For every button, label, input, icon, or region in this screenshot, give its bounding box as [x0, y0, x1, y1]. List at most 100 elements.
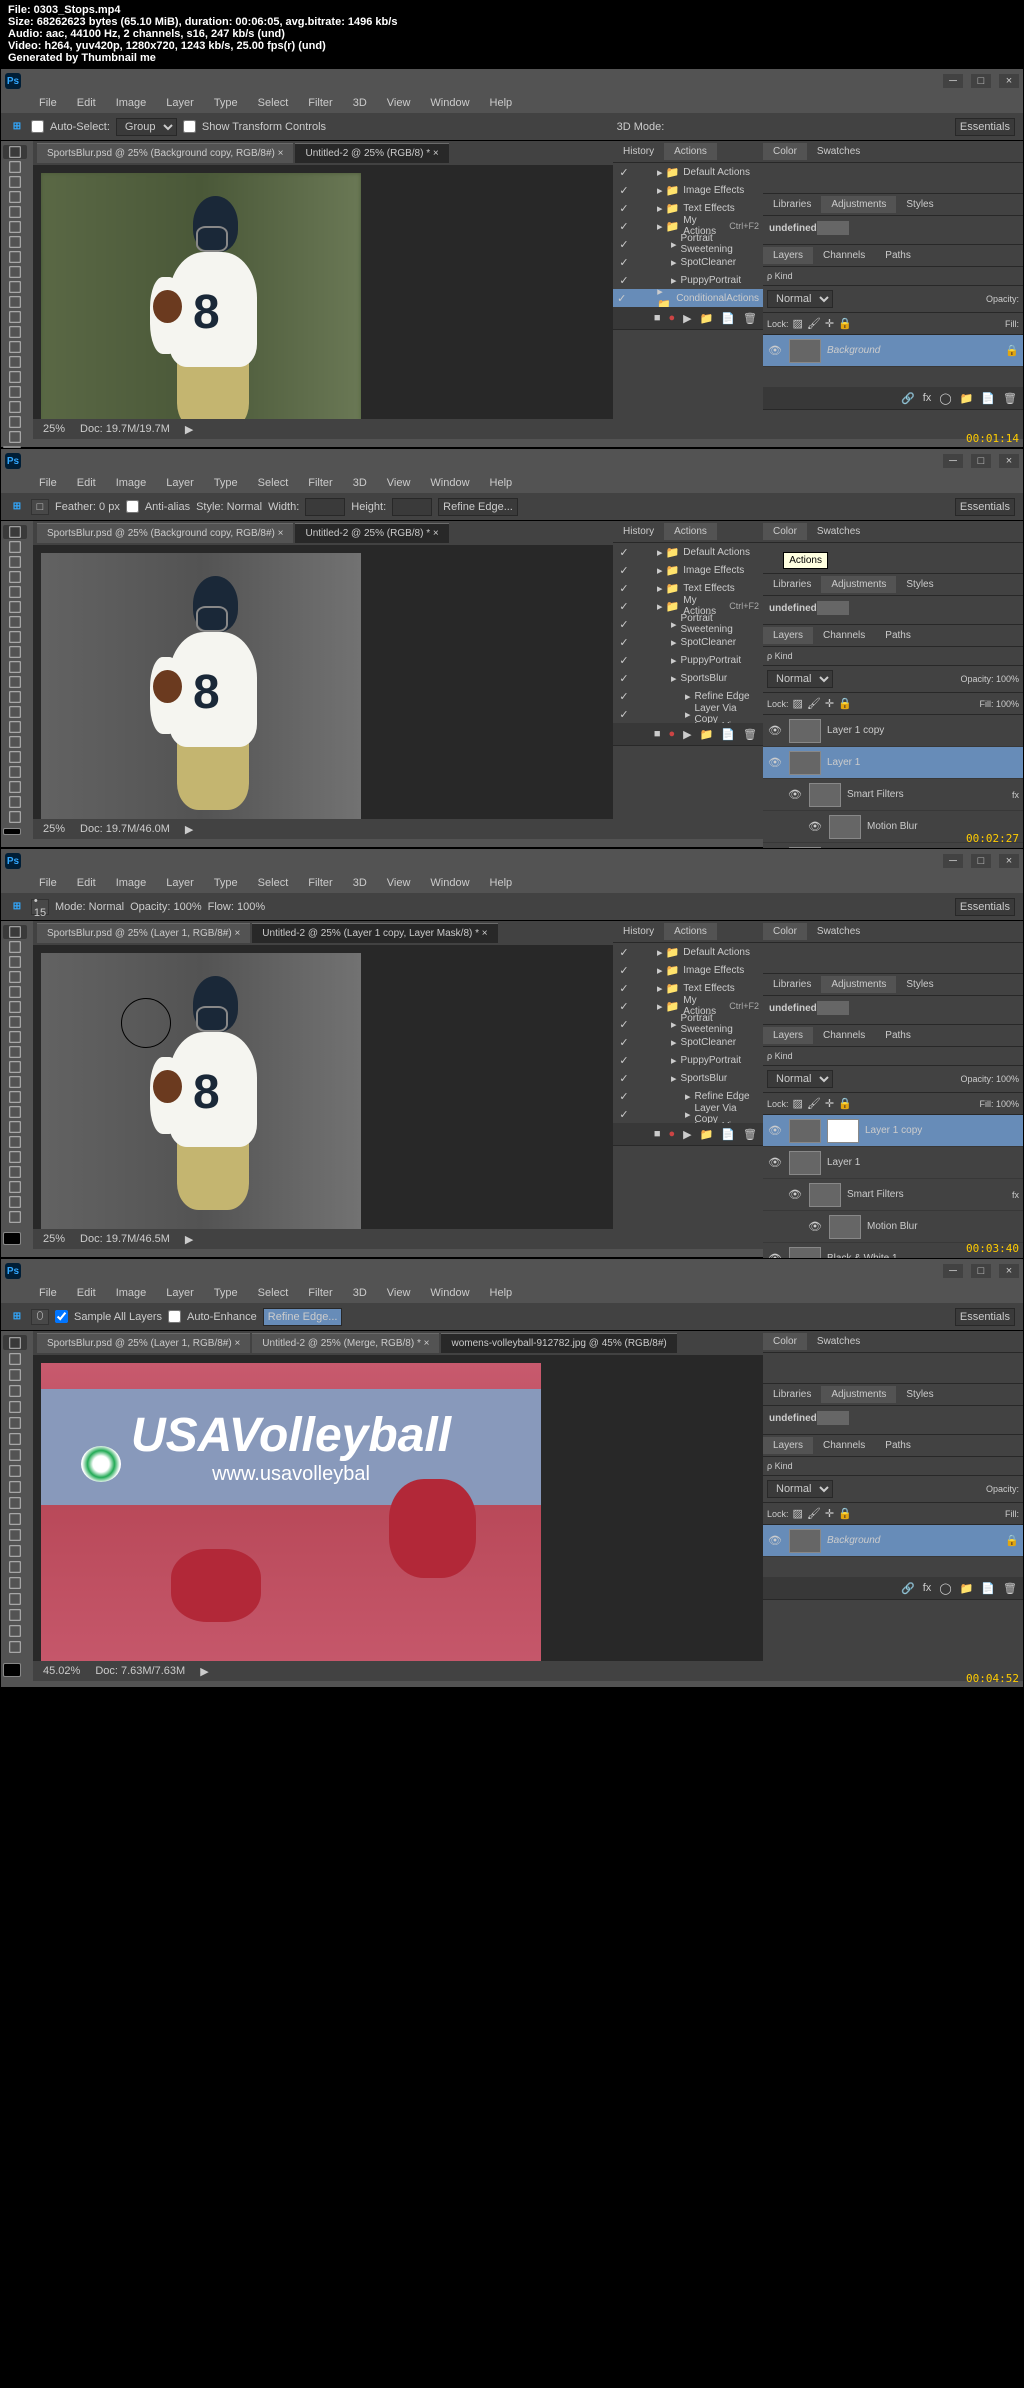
zoom-level[interactable]: 25%	[43, 423, 65, 435]
layer-name[interactable]: Smart Filters	[847, 1189, 1006, 1200]
close-button[interactable]: ×	[999, 854, 1019, 868]
document-tab[interactable]: SportsBlur.psd @ 25% (Background copy, R…	[37, 143, 293, 163]
disclosure-icon[interactable]: ▶	[200, 1665, 208, 1678]
layer-name[interactable]: Smart Filters	[847, 789, 1006, 800]
layer-name[interactable]: Layer 1 copy	[865, 1125, 1019, 1136]
tool-blur[interactable]	[3, 1528, 27, 1543]
history-tab[interactable]: History	[613, 923, 664, 940]
tool-preset-icon[interactable]: ⊞	[9, 499, 25, 515]
fx-button-icon[interactable]: fx	[923, 392, 932, 404]
layer-thumbnail[interactable]	[789, 1151, 821, 1175]
new-action-icon[interactable]: 📄	[721, 728, 735, 741]
tool-preset-icon[interactable]: ⊞	[9, 119, 25, 135]
menu-3d[interactable]: 3D	[345, 95, 375, 111]
tool-pen[interactable]	[3, 1135, 27, 1149]
layer-name[interactable]: Layer 1	[827, 757, 1019, 768]
tool-hand[interactable]	[3, 1195, 27, 1209]
tool-stamp[interactable]	[3, 265, 27, 279]
menu-select[interactable]: Select	[250, 475, 297, 491]
new-action-icon[interactable]: 📄	[721, 312, 735, 325]
menu-3d[interactable]: 3D	[345, 1285, 375, 1301]
libraries-tab[interactable]: Libraries	[763, 1386, 821, 1403]
lock-pixels-icon[interactable]: 🖌	[807, 1507, 821, 1520]
tool-lasso[interactable]	[3, 1367, 27, 1382]
document-tab[interactable]: Untitled-2 @ 25% (RGB/8) * ×	[295, 523, 448, 543]
visibility-icon[interactable]: 👁	[767, 1156, 783, 1169]
close-button[interactable]: ×	[999, 74, 1019, 88]
color-swatch-fg[interactable]	[3, 1232, 21, 1245]
tool-rect[interactable]	[3, 1180, 27, 1194]
document-tab[interactable]: Untitled-2 @ 25% (Merge, RGB/8) * ×	[252, 1333, 439, 1353]
menu-type[interactable]: Type	[206, 95, 246, 111]
lock-transparent-icon[interactable]: ▨	[793, 1507, 803, 1520]
color-panel[interactable]	[763, 1353, 1023, 1383]
trash-icon[interactable]: 🗑	[743, 728, 757, 741]
menu-edit[interactable]: Edit	[69, 475, 104, 491]
tool-lasso[interactable]	[3, 555, 27, 569]
action-toggle-icon[interactable]: ✓	[617, 672, 631, 685]
libraries-tab[interactable]: Libraries	[763, 196, 821, 213]
tool-marquee[interactable]	[3, 1351, 27, 1366]
tool-path[interactable]	[3, 385, 27, 399]
layer-thumbnail[interactable]	[789, 751, 821, 775]
tool-move[interactable]	[3, 1335, 27, 1350]
new-set-icon[interactable]: 📁	[700, 312, 714, 325]
tool-zoom[interactable]	[3, 1640, 27, 1655]
menu-3d[interactable]: 3D	[345, 475, 375, 491]
tool-blur[interactable]	[3, 705, 27, 719]
action-toggle-icon[interactable]: ✓	[617, 166, 631, 179]
tool-rect[interactable]	[3, 1608, 27, 1623]
zoom-level[interactable]: 45.02%	[43, 1665, 80, 1677]
color-swatch-fg[interactable]	[3, 1663, 21, 1677]
tool-dodge[interactable]	[3, 340, 27, 354]
tool-marquee[interactable]	[3, 160, 27, 174]
layer-row[interactable]: 👁Smart Filtersfx	[763, 779, 1023, 811]
menu-layer[interactable]: Layer	[158, 875, 202, 891]
tool-wand[interactable]	[3, 190, 27, 204]
paths-tab[interactable]: Paths	[875, 247, 921, 264]
action-toggle-icon[interactable]: ✓	[617, 982, 631, 995]
action-toggle-icon[interactable]: ✓	[617, 292, 626, 305]
adjustments-tab[interactable]: Adjustments	[821, 976, 896, 993]
tool-eyedropper[interactable]	[3, 1415, 27, 1430]
tool-stamp[interactable]	[3, 1045, 27, 1059]
disclosure-icon[interactable]: ▶	[185, 423, 193, 436]
layer-thumbnail[interactable]	[829, 815, 861, 839]
swatches-tab[interactable]: Swatches	[807, 923, 870, 940]
menu-help[interactable]: Help	[482, 1285, 521, 1301]
action-item[interactable]: ✓▸ 📁Image Effects	[613, 561, 763, 579]
menu-layer[interactable]: Layer	[158, 95, 202, 111]
tool-eyedropper[interactable]	[3, 220, 27, 234]
mask-icon[interactable]: ◯	[939, 1582, 951, 1595]
menu-window[interactable]: Window	[422, 475, 477, 491]
stop-icon[interactable]: ■	[654, 312, 661, 324]
trash-icon[interactable]: 🗑	[743, 312, 757, 325]
styles-tab[interactable]: Styles	[896, 576, 943, 593]
tool-heal[interactable]	[3, 1015, 27, 1029]
play-icon[interactable]: ▶	[683, 312, 691, 325]
layers-tab[interactable]: Layers	[763, 1027, 813, 1044]
action-toggle-icon[interactable]: ✓	[617, 184, 631, 197]
action-toggle-icon[interactable]: ✓	[617, 564, 631, 577]
disclosure-icon[interactable]: ▸	[671, 1036, 677, 1049]
tool-lasso[interactable]	[3, 955, 27, 969]
maximize-button[interactable]: □	[971, 74, 991, 88]
disclosure-icon[interactable]: ▶	[185, 1233, 193, 1246]
canvas-area[interactable]: 8	[33, 945, 613, 1229]
menu-view[interactable]: View	[379, 1285, 419, 1301]
tool-brush[interactable]	[3, 630, 27, 644]
tool-zoom[interactable]	[3, 810, 27, 824]
tool-brush[interactable]	[3, 250, 27, 264]
close-button[interactable]: ×	[999, 454, 1019, 468]
tool-heal[interactable]	[3, 1431, 27, 1446]
menu-help[interactable]: Help	[482, 875, 521, 891]
mask-icon[interactable]: ◯	[939, 392, 951, 405]
layer-row[interactable]: 👁Layer 1 copy	[763, 715, 1023, 747]
tool-type[interactable]	[3, 370, 27, 384]
layer-row[interactable]: 👁Motion Blur	[763, 1211, 1023, 1243]
styles-tab[interactable]: Styles	[896, 1386, 943, 1403]
actions-tab[interactable]: Actions	[664, 523, 717, 540]
menu-filter[interactable]: Filter	[300, 95, 340, 111]
menu-file[interactable]: File	[31, 95, 65, 111]
menu-filter[interactable]: Filter	[300, 475, 340, 491]
